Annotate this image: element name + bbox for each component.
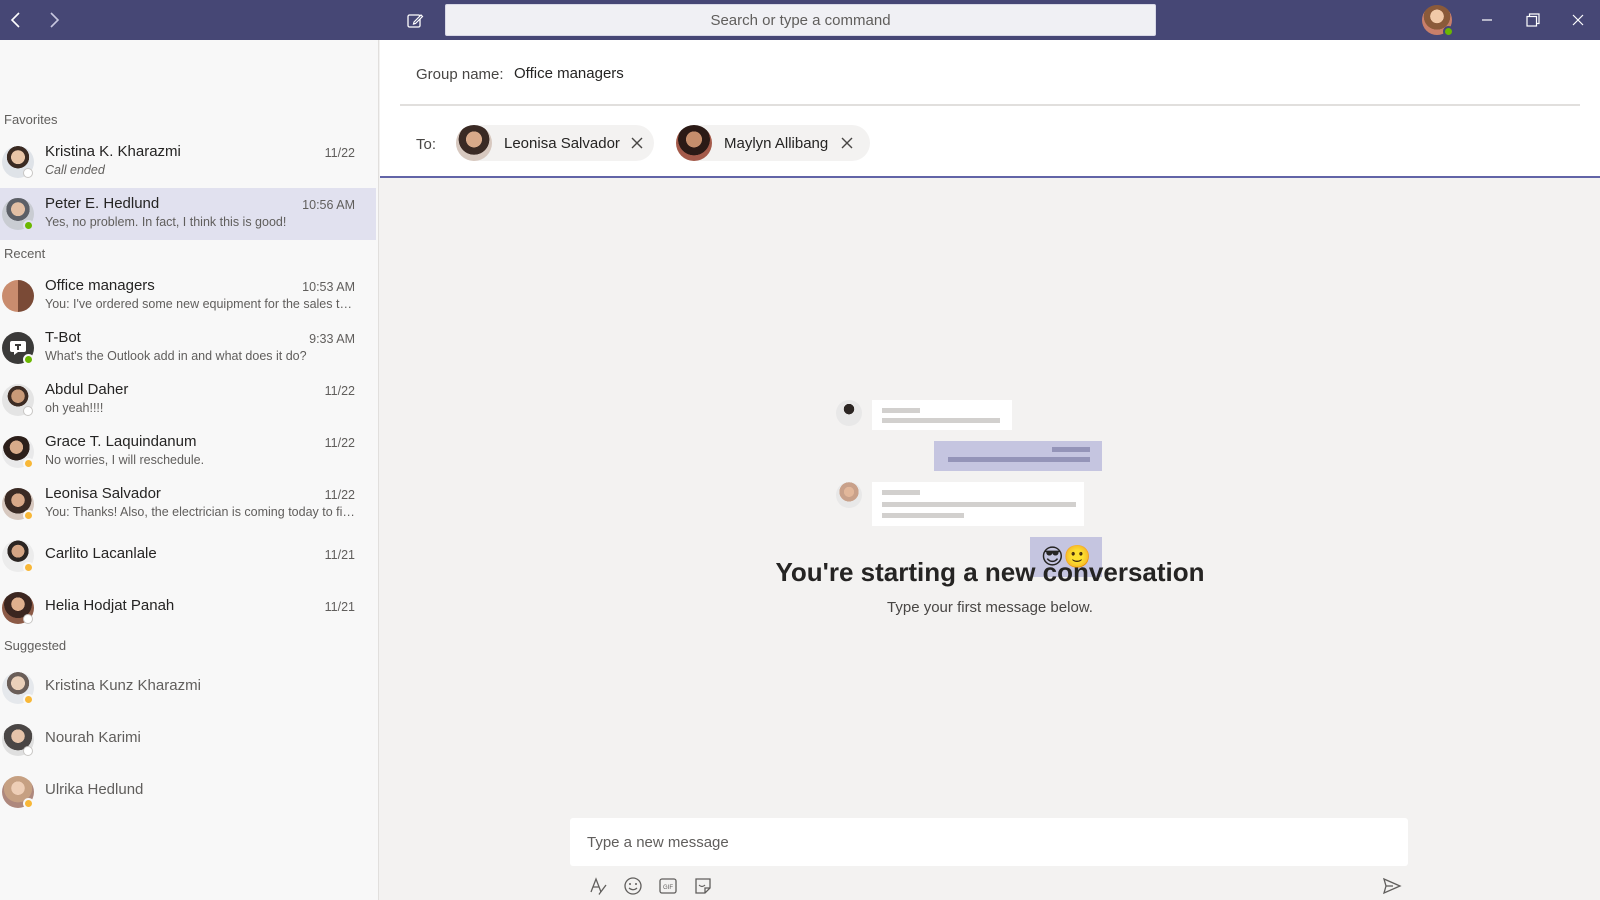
bot-icon <box>10 341 26 355</box>
recipient-name: Leonisa Salvador <box>504 134 620 152</box>
my-profile-avatar[interactable] <box>1422 5 1454 37</box>
presence-away-icon <box>23 694 34 705</box>
group-name-input[interactable]: Office managers <box>514 65 624 82</box>
chat-item-office-managers[interactable]: Office managers 10:53 AM You: I've order… <box>0 270 376 322</box>
back-arrow-icon[interactable] <box>4 8 28 32</box>
avatar <box>456 125 492 161</box>
presence-away-icon <box>23 510 34 521</box>
suggested-ulrika-hedlund[interactable]: Ulrika Hedlund <box>0 766 376 818</box>
chat-item-leonisa-salvador[interactable]: Leonisa Salvador 11/22 You: Thanks! Also… <box>0 478 376 530</box>
contact-name: Carlito Lacanlale <box>45 545 157 562</box>
message-preview: No worries, I will reschedule. <box>45 453 205 467</box>
search-box[interactable] <box>445 4 1156 36</box>
avatar <box>676 125 712 161</box>
remove-recipient-icon[interactable] <box>834 130 860 156</box>
sticker-icon[interactable] <box>691 874 715 898</box>
contact-name: Kristina Kunz Kharazmi <box>45 677 201 694</box>
favorites-header: Favorites <box>4 112 58 127</box>
minimize-icon[interactable] <box>1464 0 1510 40</box>
restore-icon[interactable] <box>1510 0 1556 40</box>
presence-away-icon <box>23 562 34 573</box>
chat-list-pane: Favorites Kristina K. Kharazmi 11/22 Cal… <box>0 40 379 900</box>
suggested-kristina-kunz-kharazmi[interactable]: Kristina Kunz Kharazmi <box>0 662 376 714</box>
suggested-nourah-karimi[interactable]: Nourah Karimi <box>0 714 376 766</box>
search-input[interactable] <box>446 5 1155 35</box>
group-name-label: Group name: <box>416 66 504 83</box>
message-preview: What's the Outlook add in and what does … <box>45 349 307 363</box>
message-preview: Yes, no problem. In fact, I think this i… <box>45 215 287 229</box>
contact-name: Kristina K. Kharazmi <box>45 143 181 160</box>
chat-item-peter-e-hedlund[interactable]: Peter E. Hedlund 10:56 AM Yes, no proble… <box>0 188 376 240</box>
illustration-bubble <box>872 400 1012 430</box>
close-icon[interactable] <box>1556 0 1600 40</box>
forward-arrow-icon[interactable] <box>42 8 66 32</box>
gif-icon[interactable]: GIF <box>656 874 680 898</box>
chat-item-carlito-lacanlale[interactable]: Carlito Lacanlale 11/21 <box>0 530 376 582</box>
presence-available-icon <box>23 354 34 365</box>
contact-name: T-Bot <box>45 329 81 346</box>
timestamp: 11/22 <box>324 488 355 502</box>
chat-item-grace-t-laquindanum[interactable]: Grace T. Laquindanum 11/22 No worries, I… <box>0 426 376 478</box>
recipient-chip-maylyn-allibang[interactable]: Maylyn Allibang <box>676 125 870 161</box>
illustration-avatar <box>836 400 862 426</box>
recipient-chip-leonisa-salvador[interactable]: Leonisa Salvador <box>456 125 654 161</box>
contact-name: Office managers <box>45 277 155 294</box>
chat-item-helia-hodjat-panah[interactable]: Helia Hodjat Panah 11/21 <box>0 582 376 634</box>
new-conversation-illustration: 😎🙂 <box>826 348 1126 577</box>
recipient-name: Maylyn Allibang <box>724 134 829 152</box>
contact-name: Peter E. Hedlund <box>45 195 160 212</box>
contact-name: Grace T. Laquindanum <box>45 433 197 450</box>
empty-state-title: You're starting a new conversation <box>775 557 1205 587</box>
presence-away-icon <box>23 798 34 809</box>
message-preview: oh yeah!!!! <box>45 401 104 415</box>
presence-offline-icon <box>23 406 33 416</box>
timestamp: 10:53 AM <box>302 280 355 294</box>
new-chat-pane: Group name: Office managers To: Leonisa … <box>380 40 1600 900</box>
timestamp: 9:33 AM <box>309 332 355 346</box>
contact-name: Abdul Daher <box>45 381 129 398</box>
presence-available-icon <box>1443 26 1454 37</box>
presence-offline-icon <box>23 746 33 756</box>
compose-box[interactable] <box>570 818 1408 866</box>
to-label: To: <box>416 136 437 153</box>
illustration-bubble <box>872 482 1084 526</box>
presence-offline-icon <box>23 168 33 178</box>
svg-text:GIF: GIF <box>663 885 673 891</box>
group-avatar <box>2 280 34 312</box>
empty-state-subtitle: Type your first message below. <box>887 599 1093 616</box>
presence-offline-icon <box>23 614 33 624</box>
timestamp: 11/22 <box>324 436 355 450</box>
contact-name: Nourah Karimi <box>45 729 141 746</box>
title-bar <box>0 0 1600 40</box>
chat-item-kristina-k-kharazmi[interactable]: Kristina K. Kharazmi 11/22 Call ended <box>0 136 376 188</box>
recent-header: Recent <box>4 246 46 261</box>
timestamp: 11/21 <box>324 600 355 614</box>
message-preview: Call ended <box>45 163 105 177</box>
timestamp: 11/22 <box>324 384 355 398</box>
emoji-icon[interactable] <box>621 874 645 898</box>
chat-item-t-bot[interactable]: T-Bot 9:33 AM What's the Outlook add in … <box>0 322 376 374</box>
presence-available-icon <box>23 220 34 231</box>
contact-name: Leonisa Salvador <box>45 485 161 502</box>
contact-name: Ulrika Hedlund <box>45 781 144 798</box>
send-icon[interactable] <box>1380 874 1404 898</box>
message-preview: You: Thanks! Also, the electrician is co… <box>45 505 357 519</box>
compose-icon[interactable] <box>403 9 427 33</box>
format-icon[interactable] <box>586 874 610 898</box>
timestamp: 10:56 AM <box>302 198 355 212</box>
presence-away-icon <box>23 458 34 469</box>
remove-recipient-icon[interactable] <box>626 130 648 156</box>
new-chat-header: Group name: Office managers To: Leonisa … <box>380 40 1600 178</box>
illustration-bubble-mine <box>934 441 1102 471</box>
timestamp: 11/22 <box>324 146 355 160</box>
message-input[interactable] <box>570 818 1408 866</box>
group-name-underline <box>400 104 1580 106</box>
suggested-header: Suggested <box>4 638 67 653</box>
contact-name: Helia Hodjat Panah <box>45 597 175 614</box>
chat-item-abdul-daher[interactable]: Abdul Daher 11/22 oh yeah!!!! <box>0 374 376 426</box>
illustration-avatar <box>836 482 862 508</box>
message-preview: You: I've ordered some new equipment for… <box>45 297 357 311</box>
timestamp: 11/21 <box>324 548 355 562</box>
